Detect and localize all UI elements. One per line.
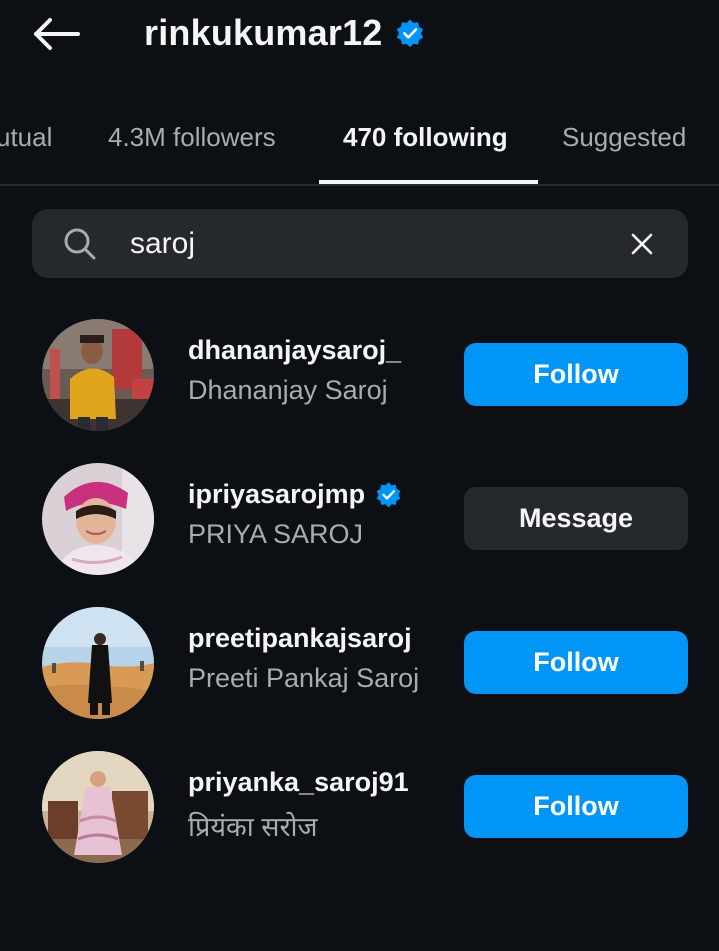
tab-followers[interactable]: 4.3M followers [108, 122, 276, 153]
avatar-photo [42, 751, 154, 863]
message-button[interactable]: Message [464, 487, 688, 550]
tab-suggested[interactable]: Suggested [562, 122, 686, 153]
search-bar [32, 209, 688, 278]
arrow-left-icon [34, 18, 80, 50]
clear-search-button[interactable] [622, 224, 662, 264]
tab-mutual[interactable]: utual [0, 122, 52, 153]
top-bar: rinkukumar12 [0, 0, 719, 70]
search-input[interactable] [128, 219, 612, 269]
account-username[interactable]: ipriyasarojmp [188, 479, 402, 510]
account-full-name: Preeti Pankaj Saroj [188, 663, 420, 693]
tab-following[interactable]: 470 following [343, 122, 508, 153]
list-item: preetipankajsaroj Preeti Pankaj Saroj Fo… [0, 607, 719, 737]
active-tab-indicator [319, 180, 538, 184]
search-icon [64, 228, 96, 260]
follow-tabs: utual 4.3M followers 470 following Sugge… [0, 100, 719, 186]
profile-title: rinkukumar12 [144, 10, 425, 56]
avatar-photo [42, 463, 154, 575]
back-button[interactable] [28, 12, 84, 56]
account-username[interactable]: dhananjaysaroj_ [188, 335, 401, 366]
verified-badge-icon [376, 482, 401, 508]
avatar[interactable] [42, 751, 154, 863]
follow-button[interactable]: Follow [464, 631, 688, 694]
account-full-name: प्रियंका सरोज [188, 812, 318, 842]
avatar-photo [42, 319, 154, 431]
account-full-name: Dhananjay Saroj [188, 375, 388, 405]
list-item: dhananjaysaroj_ Dhananjay Saroj Follow [0, 319, 719, 449]
account-full-name: PRIYA SAROJ [188, 519, 364, 549]
list-item: priyanka_saroj91 प्रियंका सरोज Follow [0, 751, 719, 881]
avatar[interactable] [42, 319, 154, 431]
avatar[interactable] [42, 607, 154, 719]
list-item: ipriyasarojmp PRIYA SAROJ Message [0, 463, 719, 593]
follow-button[interactable]: Follow [464, 775, 688, 838]
account-username[interactable]: priyanka_saroj91 [188, 767, 409, 798]
follow-button[interactable]: Follow [464, 343, 688, 406]
avatar[interactable] [42, 463, 154, 575]
verified-badge-icon [396, 19, 423, 48]
close-icon [631, 233, 653, 255]
profile-username: rinkukumar12 [144, 12, 383, 53]
avatar-photo [42, 607, 154, 719]
account-username[interactable]: preetipankajsaroj [188, 623, 412, 654]
